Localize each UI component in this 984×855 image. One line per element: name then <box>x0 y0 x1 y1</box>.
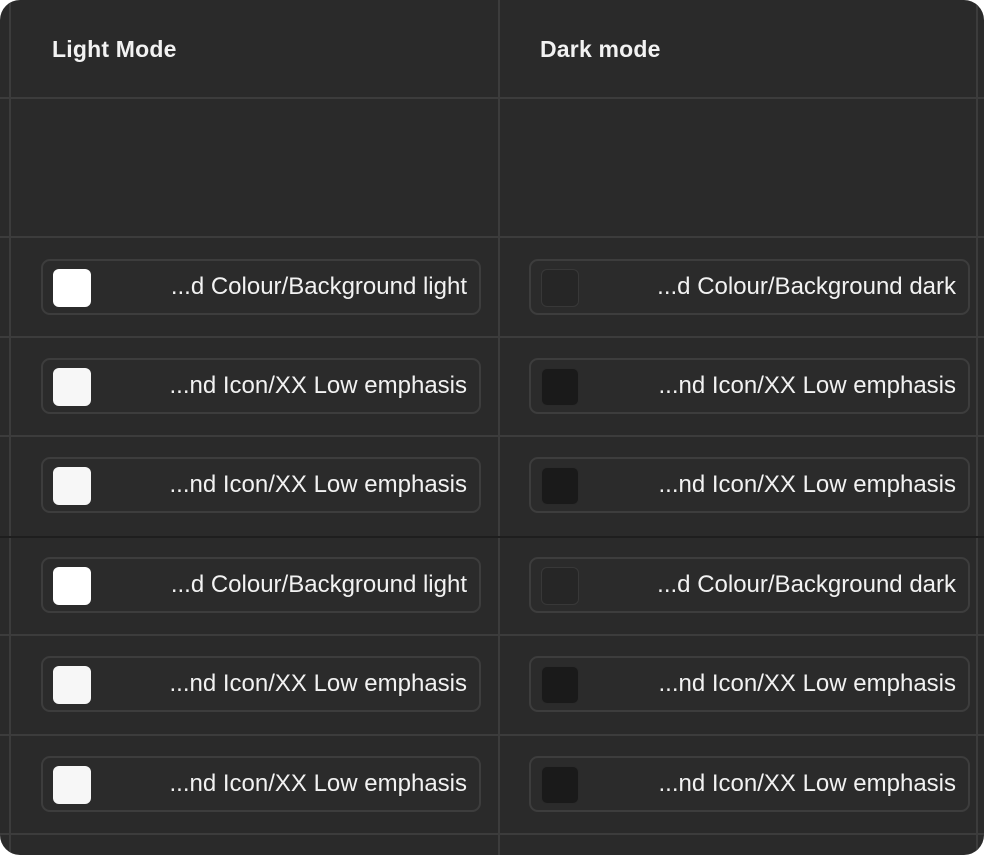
color-swatch <box>53 269 91 307</box>
color-token-chip-dark[interactable]: ...nd Icon/XX Low emphasis <box>529 756 970 812</box>
color-token-label: ...nd Icon/XX Low emphasis <box>658 670 957 697</box>
color-token-label: ...nd Icon/XX Low emphasis <box>658 770 957 797</box>
grid-line-row <box>0 833 984 835</box>
table-row: ...nd Icon/XX Low emphasis ...nd Icon/XX… <box>0 735 984 834</box>
color-swatch <box>541 467 579 505</box>
color-token-chip-light[interactable]: ...d Colour/Background light <box>41 557 481 613</box>
color-token-label: ...d Colour/Background dark <box>657 273 956 300</box>
table-row: ...nd Icon/XX Low emphasis ...nd Icon/XX… <box>0 436 984 535</box>
color-token-label: ...nd Icon/XX Low emphasis <box>169 670 468 697</box>
color-token-label: ...d Colour/Background light <box>170 273 467 300</box>
color-token-chip-light[interactable]: ...nd Icon/XX Low emphasis <box>41 656 481 712</box>
color-token-label: ...nd Icon/XX Low emphasis <box>658 471 957 498</box>
table-row: ...nd Icon/XX Low emphasis ...nd Icon/XX… <box>0 635 984 734</box>
color-token-label: ...nd Icon/XX Low emphasis <box>658 372 957 399</box>
table-row: ...d Colour/Background light ...d Colour… <box>0 238 984 337</box>
color-token-chip-light[interactable]: ...nd Icon/XX Low emphasis <box>41 756 481 812</box>
color-token-label: ...nd Icon/XX Low emphasis <box>169 372 468 399</box>
column-header-dark-mode: Dark mode <box>540 35 661 62</box>
color-token-chip-light[interactable]: ...nd Icon/XX Low emphasis <box>41 457 481 513</box>
color-swatch <box>53 766 91 804</box>
color-swatch <box>541 666 579 704</box>
color-token-chip-light[interactable]: ...d Colour/Background light <box>41 259 481 315</box>
color-token-chip-dark[interactable]: ...nd Icon/XX Low emphasis <box>529 656 970 712</box>
color-swatch <box>53 467 91 505</box>
color-swatch <box>541 368 579 406</box>
color-token-chip-dark[interactable]: ...nd Icon/XX Low emphasis <box>529 457 970 513</box>
color-token-label: ...nd Icon/XX Low emphasis <box>169 770 468 797</box>
color-token-chip-dark[interactable]: ...d Colour/Background dark <box>529 557 970 613</box>
color-token-chip-light[interactable]: ...nd Icon/XX Low emphasis <box>41 358 481 414</box>
color-swatch <box>541 269 579 307</box>
color-swatch <box>541 567 579 605</box>
color-token-label: ...d Colour/Background dark <box>657 571 956 598</box>
color-swatch <box>53 567 91 605</box>
column-header-light-mode: Light Mode <box>52 35 177 62</box>
table-row: ...d Colour/Background light ...d Colour… <box>0 536 984 635</box>
table-row: ...nd Icon/XX Low emphasis ...nd Icon/XX… <box>0 337 984 436</box>
color-swatch <box>53 368 91 406</box>
color-token-chip-dark[interactable]: ...nd Icon/XX Low emphasis <box>529 358 970 414</box>
color-token-table: Light Mode Dark mode ...d Colour/Backgro… <box>0 0 984 855</box>
color-token-chip-dark[interactable]: ...d Colour/Background dark <box>529 259 970 315</box>
color-swatch <box>541 766 579 804</box>
color-swatch <box>53 666 91 704</box>
color-token-label: ...d Colour/Background light <box>170 571 467 598</box>
color-token-label: ...nd Icon/XX Low emphasis <box>169 471 468 498</box>
